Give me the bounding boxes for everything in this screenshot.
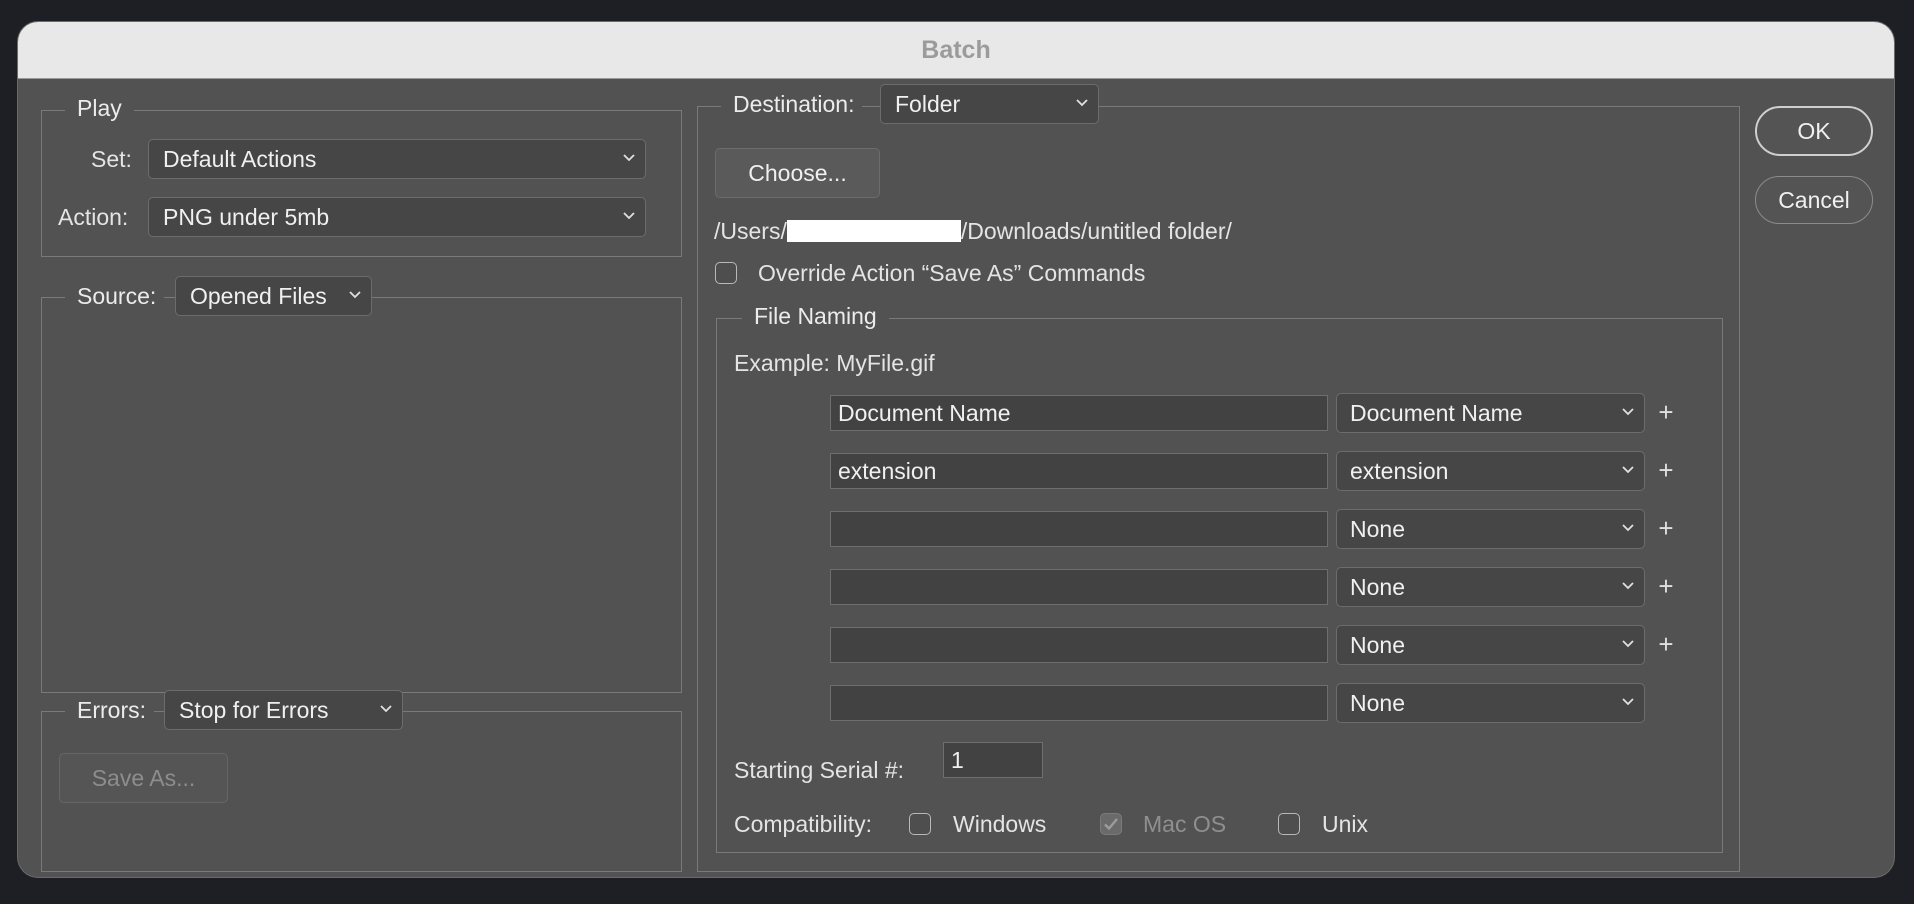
macos-label: Mac OS — [1143, 811, 1227, 837]
source-group — [41, 297, 682, 693]
choose-button[interactable]: Choose... — [715, 148, 880, 198]
destination-select[interactable]: Folder — [880, 84, 1099, 124]
naming-select-5[interactable]: None — [1336, 625, 1645, 665]
path-suffix: /Downloads/untitled folder/ — [960, 218, 1232, 244]
action-select[interactable]: PNG under 5mb — [148, 197, 646, 237]
file-naming-legend: File Naming — [742, 303, 889, 330]
compat-label: Compatibility: — [734, 811, 873, 837]
chevron-down-icon — [1622, 579, 1634, 591]
naming-text-3[interactable] — [830, 511, 1328, 547]
add-row-2-plus-icon[interactable]: + — [1656, 455, 1676, 486]
source-select-value: Opened Files — [190, 282, 327, 309]
chevron-down-icon — [1622, 521, 1634, 533]
ok-button[interactable]: OK — [1755, 106, 1873, 156]
naming-text-4[interactable] — [830, 569, 1328, 605]
errors-legend: Errors: — [65, 697, 154, 724]
naming-text-1[interactable]: Document Name — [830, 395, 1328, 431]
naming-example: Example: MyFile.gif — [734, 350, 935, 376]
action-select-value: PNG under 5mb — [163, 203, 330, 230]
override-checkbox[interactable] — [715, 262, 737, 284]
naming-select-1[interactable]: Document Name — [1336, 393, 1645, 433]
serial-label: Starting Serial #: — [734, 757, 905, 783]
unix-label: Unix — [1322, 811, 1369, 837]
dialog-title: Batch — [18, 22, 1894, 79]
source-legend: Source: — [65, 283, 165, 310]
chevron-down-icon — [380, 702, 392, 714]
chevron-down-icon — [1622, 405, 1634, 417]
naming-select-5-value: None — [1350, 631, 1405, 658]
naming-select-3[interactable]: None — [1336, 509, 1645, 549]
naming-select-6-value: None — [1350, 689, 1405, 716]
set-select[interactable]: Default Actions — [148, 139, 646, 179]
destination-select-value: Folder — [895, 90, 961, 117]
naming-select-4-value: None — [1350, 573, 1405, 600]
override-label: Override Action “Save As” Commands — [758, 260, 1146, 286]
unix-checkbox[interactable] — [1278, 813, 1300, 835]
errors-select[interactable]: Stop for Errors — [164, 690, 403, 730]
set-label: Set: — [91, 146, 132, 172]
naming-text-5[interactable] — [830, 627, 1328, 663]
chevron-down-icon — [623, 151, 635, 163]
windows-label: Windows — [953, 811, 1047, 837]
checkmark-icon — [1104, 818, 1118, 831]
serial-input[interactable]: 1 — [943, 742, 1043, 778]
chevron-down-icon — [1622, 695, 1634, 707]
path-prefix: /Users/ — [714, 218, 787, 244]
destination-path: /Users/ /Downloads/untitled folder/ — [714, 218, 1232, 245]
redacted-username — [786, 220, 961, 242]
errors-select-value: Stop for Errors — [179, 696, 329, 723]
chevron-down-icon — [1622, 463, 1634, 475]
add-row-4-plus-icon[interactable]: + — [1656, 571, 1676, 602]
action-label: Action: — [58, 204, 129, 230]
naming-text-2[interactable]: extension — [830, 453, 1328, 489]
windows-checkbox[interactable] — [909, 813, 931, 835]
add-row-5-plus-icon[interactable]: + — [1656, 629, 1676, 660]
naming-select-1-value: Document Name — [1350, 399, 1523, 426]
play-legend: Play — [65, 95, 134, 122]
naming-select-2-value: extension — [1350, 457, 1449, 484]
naming-select-6[interactable]: None — [1336, 683, 1645, 723]
cancel-button[interactable]: Cancel — [1755, 176, 1873, 224]
naming-select-4[interactable]: None — [1336, 567, 1645, 607]
save-as-button[interactable]: Save As... — [59, 753, 228, 803]
add-row-3-plus-icon[interactable]: + — [1656, 513, 1676, 544]
batch-dialog: Batch Play Set: Default Actions Action: … — [18, 22, 1894, 877]
chevron-down-icon — [623, 209, 635, 221]
source-select[interactable]: Opened Files — [175, 276, 372, 316]
naming-select-3-value: None — [1350, 515, 1405, 542]
set-select-value: Default Actions — [163, 145, 317, 172]
chevron-down-icon — [1076, 96, 1088, 108]
macos-checkbox — [1100, 813, 1122, 835]
add-row-1-plus-icon[interactable]: + — [1656, 397, 1676, 428]
chevron-down-icon — [349, 288, 361, 300]
naming-text-6[interactable] — [830, 685, 1328, 721]
naming-select-2[interactable]: extension — [1336, 451, 1645, 491]
destination-legend: Destination: — [721, 91, 863, 118]
chevron-down-icon — [1622, 637, 1634, 649]
